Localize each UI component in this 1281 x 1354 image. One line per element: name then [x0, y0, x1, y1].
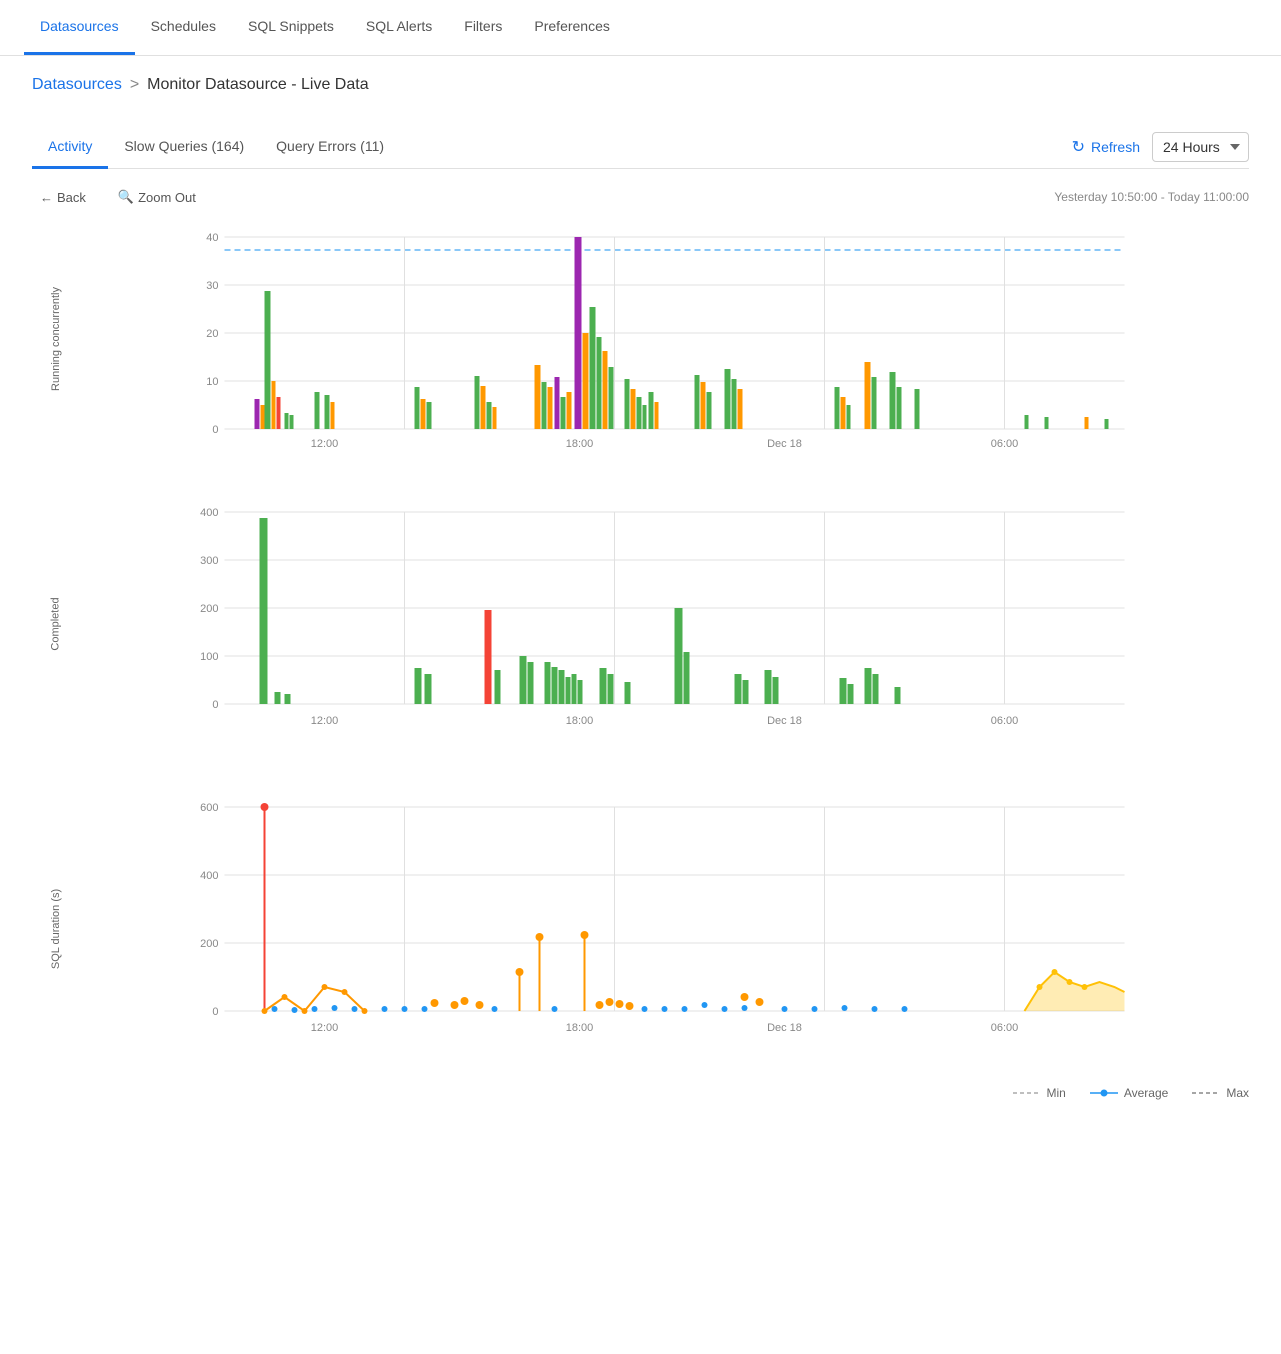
legend-average: Average	[1090, 1086, 1168, 1100]
svg-text:12:00: 12:00	[311, 438, 339, 450]
date-range: Yesterday 10:50:00 - Today 11:00:00	[1054, 190, 1249, 204]
back-zoom-controls: ← Back 🔍 Zoom Out	[32, 185, 204, 209]
chart-legend: Min Average Max	[32, 1086, 1249, 1100]
top-nav: Datasources Schedules SQL Snippets SQL A…	[0, 0, 1281, 56]
chart1-svg: 40 30 20 10 0	[80, 217, 1249, 457]
chart1-y-label: Running concurrently	[50, 287, 62, 391]
legend-max-label: Max	[1226, 1086, 1249, 1100]
refresh-label: Refresh	[1091, 139, 1140, 155]
svg-text:600: 600	[200, 802, 218, 814]
zoom-label: Zoom Out	[138, 190, 196, 205]
svg-text:18:00: 18:00	[566, 1022, 594, 1034]
controls-row: ← Back 🔍 Zoom Out Yesterday 10:50:00 - T…	[32, 185, 1249, 209]
svg-text:0: 0	[212, 1006, 218, 1018]
svg-text:400: 400	[200, 507, 218, 519]
chart3-svg: 600 400 200 0	[80, 787, 1249, 1067]
chart3-y-label: SQL duration (s)	[50, 888, 62, 968]
svg-text:100: 100	[200, 651, 218, 663]
nav-sql-alerts[interactable]: SQL Alerts	[350, 0, 448, 55]
refresh-button[interactable]: ↻ Refresh	[1060, 131, 1152, 163]
legend-max-icon	[1192, 1087, 1220, 1099]
svg-text:Dec 18: Dec 18	[767, 438, 802, 450]
legend-max: Max	[1192, 1086, 1249, 1100]
svg-text:0: 0	[212, 699, 218, 711]
svg-text:12:00: 12:00	[311, 715, 339, 727]
legend-average-icon	[1090, 1087, 1118, 1099]
zoom-icon: 🔍	[118, 189, 134, 205]
svg-text:0: 0	[212, 424, 218, 436]
svg-text:400: 400	[200, 870, 218, 882]
tabs-row: Activity Slow Queries (164) Query Errors…	[32, 126, 1249, 169]
legend-min: Min	[1013, 1086, 1066, 1100]
breadcrumb-separator: >	[130, 76, 139, 94]
legend-average-label: Average	[1124, 1086, 1168, 1100]
svg-text:10: 10	[206, 376, 218, 388]
legend-min-icon	[1013, 1087, 1041, 1099]
content-area: Activity Slow Queries (164) Query Errors…	[0, 110, 1281, 1132]
chart2-svg: 400 300 200 100 0	[80, 492, 1249, 752]
svg-text:18:00: 18:00	[566, 715, 594, 727]
svg-text:200: 200	[200, 603, 218, 615]
nav-filters[interactable]: Filters	[448, 0, 518, 55]
svg-text:06:00: 06:00	[991, 1022, 1019, 1034]
tab-slow-queries[interactable]: Slow Queries (164)	[108, 126, 260, 169]
svg-text:Dec 18: Dec 18	[767, 715, 802, 727]
tab-activity[interactable]: Activity	[32, 126, 108, 169]
running-concurrently-chart: Running concurrently 40 30 20 1	[32, 217, 1249, 460]
svg-text:06:00: 06:00	[991, 438, 1019, 450]
back-label: Back	[57, 190, 86, 205]
breadcrumb: Datasources > Monitor Datasource - Live …	[32, 76, 1249, 94]
tab-query-errors[interactable]: Query Errors (11)	[260, 126, 400, 169]
breadcrumb-link[interactable]: Datasources	[32, 76, 122, 94]
chart2-y-label: Completed	[50, 597, 62, 650]
back-button[interactable]: ← Back	[32, 186, 94, 209]
time-range-select[interactable]: 24 Hours 12 Hours 6 Hours 1 Hour	[1152, 132, 1249, 162]
breadcrumb-section: Datasources > Monitor Datasource - Live …	[0, 56, 1281, 110]
nav-schedules[interactable]: Schedules	[135, 0, 232, 55]
nav-sql-snippets[interactable]: SQL Snippets	[232, 0, 350, 55]
svg-text:Dec 18: Dec 18	[767, 1022, 802, 1034]
back-arrow-icon: ←	[40, 190, 53, 205]
nav-datasources[interactable]: Datasources	[24, 0, 135, 55]
zoom-out-button[interactable]: 🔍 Zoom Out	[110, 185, 204, 209]
legend-min-label: Min	[1047, 1086, 1066, 1100]
refresh-icon: ↻	[1072, 137, 1085, 157]
svg-text:200: 200	[200, 938, 218, 950]
completed-chart: Completed 400 300 200 100	[32, 492, 1249, 755]
svg-text:30: 30	[206, 280, 218, 292]
svg-text:300: 300	[200, 555, 218, 567]
svg-text:06:00: 06:00	[991, 715, 1019, 727]
svg-text:18:00: 18:00	[566, 438, 594, 450]
nav-preferences[interactable]: Preferences	[518, 0, 625, 55]
svg-text:20: 20	[206, 328, 218, 340]
svg-text:40: 40	[206, 232, 218, 244]
svg-text:12:00: 12:00	[311, 1022, 339, 1034]
sql-duration-chart: SQL duration (s) 600 400 200 0	[32, 787, 1249, 1070]
breadcrumb-current: Monitor Datasource - Live Data	[147, 76, 368, 94]
